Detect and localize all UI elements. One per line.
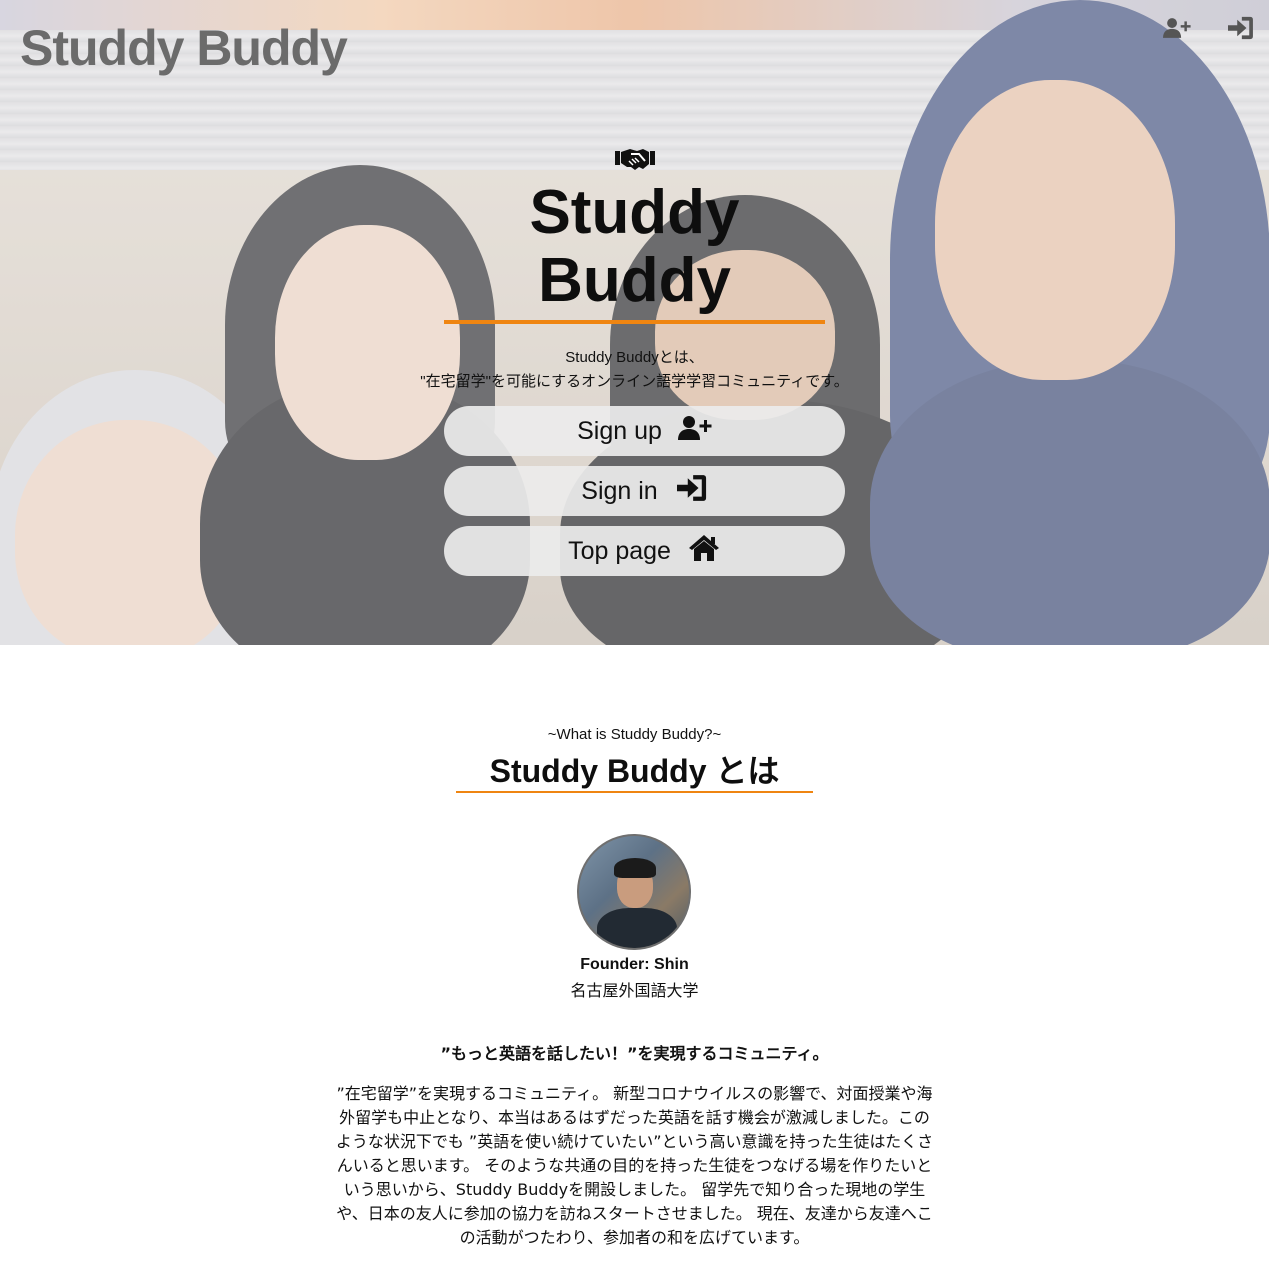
sign-in-button[interactable]: Sign in xyxy=(444,466,845,516)
sign-in-icon xyxy=(674,474,708,509)
about-subtitle: ~What is Studdy Buddy?~ xyxy=(547,726,722,743)
user-plus-icon xyxy=(677,414,712,449)
top-page-label: Top page xyxy=(568,536,671,565)
user-plus-icon[interactable] xyxy=(1163,16,1191,40)
hero-description-line2: "在宅留学"を可能にするオンライン語学学習コミュニティです。 xyxy=(420,373,849,390)
hero-title-underline xyxy=(444,320,825,324)
sign-up-label: Sign up xyxy=(577,416,662,445)
sign-up-button[interactable]: Sign up xyxy=(444,406,845,456)
founder-school: 名古屋外国語大学 xyxy=(570,983,699,1000)
hero-content: Studdy Buddy Studdy Buddyとは、 "在宅留学"を可能にす… xyxy=(0,145,1269,394)
hero-description: Studdy Buddyとは、 "在宅留学"を可能にするオンライン語学学習コミュ… xyxy=(0,346,1269,394)
home-icon xyxy=(687,534,721,569)
founder-name: Founder: Shin xyxy=(580,956,689,973)
hero-title-line2: Buddy xyxy=(538,246,731,315)
about-title: Studdy Buddy とは xyxy=(489,753,780,789)
sign-in-icon[interactable] xyxy=(1226,16,1254,40)
hero-section: Studdy Buddy Studdy Buddy Studdy Buddyとは… xyxy=(0,0,1269,645)
about-title-underline xyxy=(456,791,813,793)
site-logo[interactable]: Studdy Buddy xyxy=(20,20,348,76)
about-catchphrase: ”もっと英語を話したい！”を実現するコミュニティ。 xyxy=(440,1044,829,1063)
handshake-icon xyxy=(614,145,655,175)
hero-title-line1: Studdy xyxy=(529,178,740,247)
sign-in-label: Sign in xyxy=(581,476,658,505)
founder-avatar xyxy=(577,834,691,950)
hero-description-line1: Studdy Buddyとは、 xyxy=(565,349,704,366)
about-story: ”在宅留学”を実現するコミュニティ。 新型コロナウイルスの影響で、対面授業や海外… xyxy=(335,1084,934,1247)
top-page-button[interactable]: Top page xyxy=(444,526,845,576)
